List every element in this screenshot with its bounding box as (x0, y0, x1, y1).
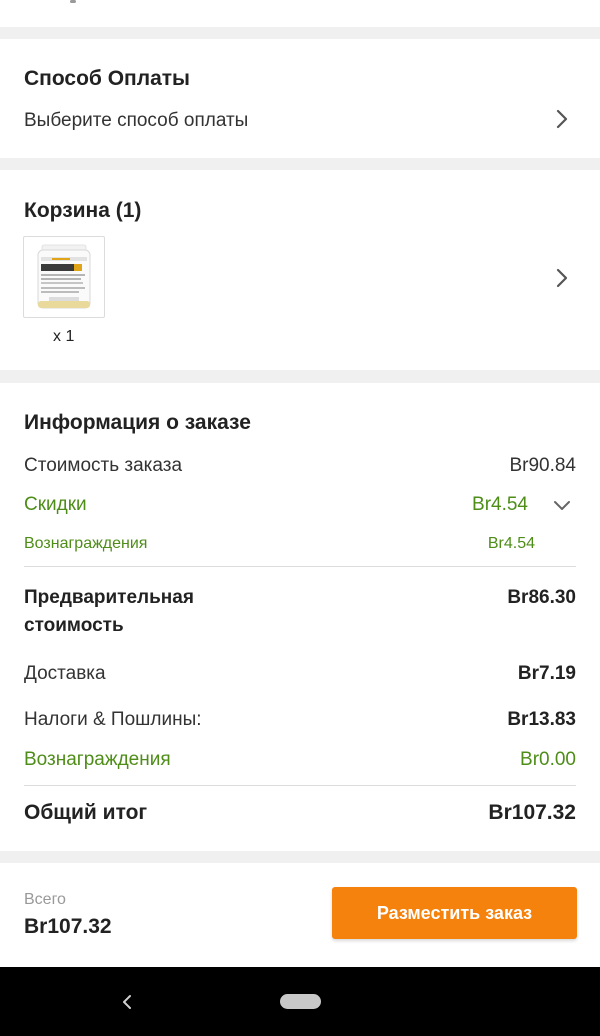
divider (24, 785, 576, 786)
order-cost-label: Стоимость заказа (24, 455, 183, 476)
place-order-button[interactable]: Разместить заказ (332, 887, 577, 939)
preliminary-cost-label-line1: Предварительная (24, 587, 194, 608)
delivery-value: Br7.19 (517, 663, 576, 684)
discounts-value: Br4.54 (472, 494, 528, 515)
preliminary-cost-label-line2: стоимость (24, 615, 124, 636)
chevron-right-icon (556, 109, 568, 129)
order-cost-value: Br90.84 (509, 455, 576, 476)
cart-section[interactable]: Корзина (1) x 1 (0, 170, 600, 370)
preliminary-cost-value: Br86.30 (507, 587, 576, 608)
cart-title: Корзина (1) (24, 199, 142, 222)
taxes-value: Br13.83 (507, 709, 576, 730)
order-info-title: Информация о заказе (24, 411, 251, 434)
checkout-footer: Всего Br107.32 Разместить заказ (0, 863, 600, 967)
select-payment-method-label: Выберите способ оплаты (24, 110, 249, 131)
preliminary-cost-label: Предварительная стоимость (24, 584, 194, 640)
nav-home-pill[interactable] (280, 994, 321, 1009)
select-payment-method-row[interactable]: Выберите способ оплаты (0, 101, 600, 141)
grand-total-label: Общий итог (24, 801, 148, 824)
footer-total-value: Br107.32 (24, 915, 112, 938)
grand-total-value: Br107.32 (488, 801, 576, 824)
divider (24, 566, 576, 567)
rewards-label: Вознаграждения (24, 535, 148, 552)
cart-item-quantity: x 1 (53, 328, 75, 345)
previous-section-strip (0, 0, 600, 27)
discounts-label: Скидки (24, 494, 87, 515)
system-navigation-bar (0, 967, 600, 1036)
rewards-total-label: Вознаграждения (24, 749, 171, 770)
payment-method-title: Способ Оплаты (24, 67, 190, 90)
nav-back-icon[interactable] (120, 991, 134, 1013)
rewards-total-value: Br0.00 (520, 749, 576, 770)
strip-remnant (70, 0, 76, 3)
payment-method-section: Способ Оплаты Выберите способ оплаты (0, 39, 600, 158)
rewards-value: Br4.54 (487, 535, 535, 552)
delivery-label: Доставка (24, 663, 106, 684)
taxes-label: Налоги & Пошлины: (24, 709, 202, 730)
cart-item-thumbnail[interactable] (23, 236, 105, 318)
chevron-down-icon[interactable] (550, 496, 574, 516)
order-info-section: Информация о заказе Стоимость заказа Br9… (0, 383, 600, 851)
chevron-right-icon[interactable] (552, 266, 572, 290)
collagen-product-image (37, 244, 91, 309)
footer-total-label: Всего (24, 891, 66, 908)
